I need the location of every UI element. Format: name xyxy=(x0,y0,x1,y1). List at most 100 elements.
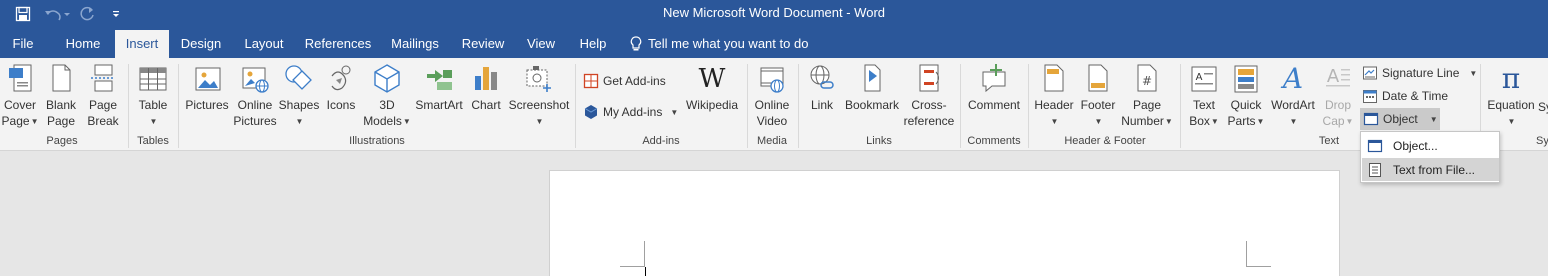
3d-models-icon xyxy=(374,64,400,93)
screenshot-button[interactable]: Screenshot ▼ xyxy=(508,62,570,134)
object-icon xyxy=(1363,112,1379,126)
text-box-label-1: Text xyxy=(1192,98,1215,112)
tab-file[interactable]: File xyxy=(4,30,42,58)
menu-item-text-from-file[interactable]: Text from File... xyxy=(1362,158,1499,181)
page-number-button[interactable]: # Page Number▼ xyxy=(1120,62,1174,134)
group-label-tables: Tables xyxy=(137,135,169,147)
drop-cap-label-1: Drop xyxy=(1324,98,1351,112)
group-label-media: Media xyxy=(757,135,787,147)
wordart-button[interactable]: A WordArt ▼ xyxy=(1266,62,1320,134)
tell-me-search[interactable]: Tell me what you want to do xyxy=(630,30,810,58)
chevron-down-icon: ▼ xyxy=(1256,117,1265,126)
svg-text:π: π xyxy=(1502,62,1520,94)
page-break-button[interactable]: Page Break xyxy=(86,62,120,134)
my-add-ins-button[interactable]: My Add-ins ▼ xyxy=(583,101,678,123)
page-break-label-2: Break xyxy=(87,114,119,128)
ribbon-tabs: File Home Insert Design Layout Reference… xyxy=(0,30,1548,58)
tab-design[interactable]: Design xyxy=(176,30,226,58)
object-button[interactable]: Object ▼ xyxy=(1360,108,1440,130)
chevron-down-icon: ▼ xyxy=(149,117,158,126)
bookmark-icon xyxy=(864,64,881,92)
crop-mark xyxy=(1246,241,1247,267)
symbol-button[interactable]: Sy xyxy=(1538,96,1548,118)
footer-button[interactable]: Footer ▼ xyxy=(1076,62,1120,134)
tab-help[interactable]: Help xyxy=(573,30,613,58)
tab-view[interactable]: View xyxy=(521,30,561,58)
get-add-ins-button[interactable]: Get Add-ins xyxy=(583,70,666,92)
chevron-down-icon: ▼ xyxy=(1210,117,1219,126)
quick-parts-button[interactable]: Quick Parts▼ xyxy=(1226,62,1266,134)
add-ins-cube-icon xyxy=(584,105,598,119)
text-box-button[interactable]: A Text Box▼ xyxy=(1184,62,1224,134)
cover-page-button[interactable]: Cover Page▼ xyxy=(2,62,38,134)
drop-cap-icon: A xyxy=(1326,66,1350,87)
bookmark-button[interactable]: Bookmark xyxy=(843,62,901,134)
header-label: Header xyxy=(1034,98,1074,112)
smartart-button[interactable]: SmartArt xyxy=(414,62,464,134)
store-icon xyxy=(583,73,599,89)
group-divider xyxy=(575,64,576,148)
date-time-button[interactable]: Date & Time xyxy=(1362,85,1448,107)
cross-reference-icon xyxy=(919,64,939,92)
tab-home[interactable]: Home xyxy=(58,30,108,58)
blank-page-button[interactable]: Blank Page xyxy=(44,62,78,134)
wikipedia-button[interactable]: W Wikipedia xyxy=(684,62,740,134)
object-icon xyxy=(1367,139,1383,152)
pictures-label: Pictures xyxy=(185,98,229,112)
my-add-ins-label: My Add-ins xyxy=(603,105,663,119)
svg-text:W: W xyxy=(699,64,726,94)
shapes-button[interactable]: Shapes ▼ xyxy=(279,62,319,134)
wikipedia-icon: W xyxy=(699,64,726,94)
online-pictures-label-2: Pictures xyxy=(233,114,277,128)
ribbon-insert: Cover Page▼ Blank Page Page Break Pages Tab… xyxy=(0,58,1548,151)
object-label: Object xyxy=(1383,112,1418,126)
table-icon xyxy=(139,67,167,91)
chevron-down-icon: ▼ xyxy=(1429,114,1438,124)
svg-text:A: A xyxy=(1280,62,1303,94)
tab-mailings[interactable]: Mailings xyxy=(386,30,444,58)
online-video-button[interactable]: Online Video xyxy=(751,62,793,134)
3d-models-button[interactable]: 3D Models▼ xyxy=(362,62,412,134)
link-button[interactable]: Link xyxy=(804,62,840,134)
table-button[interactable]: Table ▼ xyxy=(134,62,172,134)
online-pictures-button[interactable]: Online Pictures xyxy=(233,62,277,134)
tab-references[interactable]: References xyxy=(302,30,374,58)
page-break-label-1: Page xyxy=(88,98,117,112)
date-time-label: Date & Time xyxy=(1382,89,1449,103)
signature-line-button[interactable]: Signature Line ▼ xyxy=(1362,62,1477,84)
svg-text:A: A xyxy=(1196,72,1203,83)
online-video-label-1: Online xyxy=(754,98,790,112)
comment-button[interactable]: Comment xyxy=(964,62,1024,134)
tab-insert[interactable]: Insert xyxy=(115,30,169,58)
equation-label: Equation xyxy=(1487,98,1535,112)
link-label: Link xyxy=(810,98,833,112)
menu-item-object[interactable]: Object... xyxy=(1362,134,1499,157)
blank-page-icon xyxy=(52,64,71,92)
wordart-icon: A xyxy=(1280,62,1303,94)
icons-button[interactable]: Icons xyxy=(324,62,358,134)
document-page[interactable] xyxy=(549,170,1340,276)
wordart-label: WordArt xyxy=(1271,98,1315,112)
comment-label: Comment xyxy=(967,98,1020,112)
cross-reference-button[interactable]: Cross-reference xyxy=(902,62,956,134)
chevron-down-icon: ▼ xyxy=(1345,117,1354,126)
group-label-header-footer: Header & Footer xyxy=(1064,135,1146,147)
crop-mark xyxy=(1246,266,1271,267)
icons-label: Icons xyxy=(326,98,356,112)
header-button[interactable]: Header ▼ xyxy=(1032,62,1076,134)
3d-models-label-1: 3D xyxy=(379,98,395,112)
chevron-down-icon: ▼ xyxy=(1050,117,1059,126)
tab-review[interactable]: Review xyxy=(456,30,510,58)
pictures-button[interactable]: Pictures xyxy=(184,62,230,134)
drop-cap-button[interactable]: A Drop Cap▼ xyxy=(1320,62,1356,134)
chevron-down-icon: ▼ xyxy=(30,117,39,126)
equation-button[interactable]: π Equation ▼ xyxy=(1484,62,1538,134)
chart-icon xyxy=(475,67,497,90)
text-box-icon: A xyxy=(1191,66,1217,92)
wikipedia-label: Wikipedia xyxy=(685,98,739,112)
group-divider xyxy=(1180,64,1181,148)
text-file-icon xyxy=(1369,162,1381,177)
tab-layout[interactable]: Layout xyxy=(238,30,290,58)
chart-button[interactable]: Chart xyxy=(468,62,504,134)
link-icon xyxy=(810,65,834,89)
